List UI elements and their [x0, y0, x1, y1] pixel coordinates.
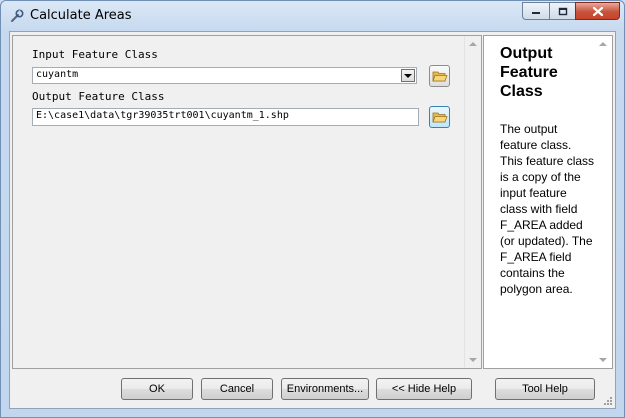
open-folder-icon [431, 112, 448, 123]
output-feature-class-field[interactable]: E:\case1\data\tgr39035trt001\cuyantm_1.s… [32, 108, 419, 126]
maximize-icon [558, 7, 567, 15]
tool-help-button[interactable]: Tool Help [495, 378, 595, 400]
caption-buttons [522, 2, 620, 21]
parameters-scrollbar[interactable] [464, 36, 481, 368]
input-browse-button[interactable] [429, 65, 450, 87]
dropdown-arrow-icon[interactable] [401, 69, 415, 82]
output-feature-class-label: Output Feature Class [32, 90, 165, 103]
help-pane: Output Feature Class The output feature … [483, 35, 613, 369]
help-title: Output Feature Class [500, 45, 558, 100]
input-feature-class-value: cuyantm [36, 69, 79, 80]
resize-grip-icon[interactable] [603, 396, 613, 406]
close-button[interactable] [575, 2, 620, 20]
app-icon [9, 8, 25, 24]
scroll-up-icon[interactable] [599, 42, 607, 46]
open-folder-icon [431, 71, 448, 82]
ok-button[interactable]: OK [121, 378, 193, 400]
cancel-button[interactable]: Cancel [201, 378, 273, 400]
scroll-down-icon[interactable] [469, 358, 477, 362]
dialog-window: Calculate Areas Input Feature Class cuya… [0, 0, 625, 418]
input-feature-class-dropdown[interactable]: cuyantm [32, 67, 417, 84]
input-feature-class-label: Input Feature Class [32, 48, 158, 61]
output-feature-class-value: E:\case1\data\tgr39035trt001\cuyantm_1.s… [36, 110, 289, 121]
scroll-up-icon[interactable] [469, 42, 477, 46]
help-description: The output feature class. This feature c… [500, 122, 595, 296]
hide-help-button[interactable]: << Hide Help [376, 378, 472, 400]
help-scrollbar[interactable] [595, 36, 612, 368]
dialog-client-area: Input Feature Class cuyantm Output Featu… [9, 31, 616, 409]
close-icon [592, 6, 603, 16]
minimize-icon [532, 12, 540, 14]
minimize-button[interactable] [522, 2, 549, 20]
window-title: Calculate Areas [30, 8, 132, 23]
maximize-button[interactable] [549, 2, 575, 20]
output-browse-button[interactable] [429, 106, 450, 128]
environments-button[interactable]: Environments... [281, 378, 369, 400]
title-bar[interactable]: Calculate Areas [1, 1, 624, 31]
parameters-pane: Input Feature Class cuyantm Output Featu… [12, 35, 482, 369]
scroll-down-icon[interactable] [599, 358, 607, 362]
